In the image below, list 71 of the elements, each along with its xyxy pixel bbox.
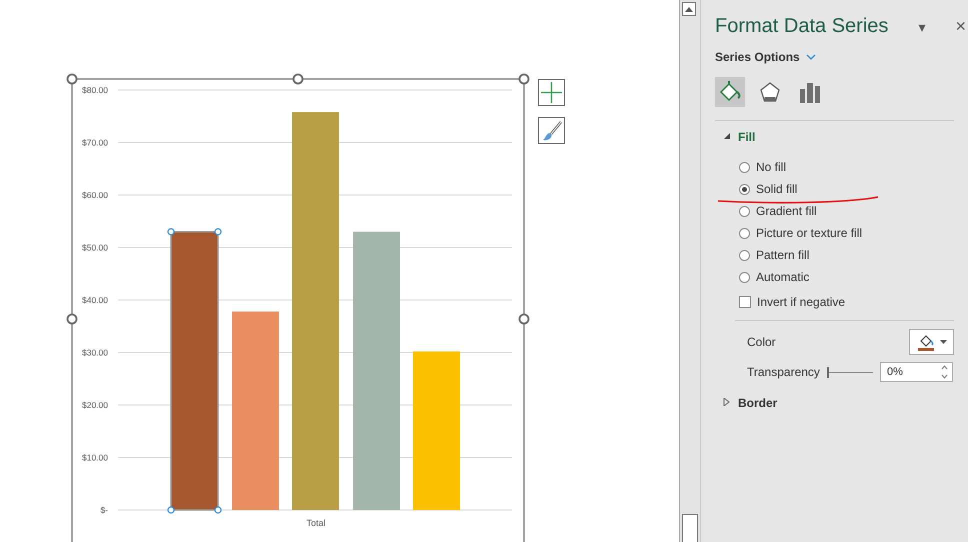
radio-option[interactable]: No fill (739, 159, 968, 175)
option-label: Invert if negative (757, 295, 846, 309)
scrollbar[interactable] (680, 0, 700, 542)
option-label: No fill (756, 160, 786, 174)
selection-handle[interactable] (214, 228, 222, 236)
paint-bucket-icon (916, 333, 934, 351)
options-caret[interactable]: ▾ (918, 18, 926, 34)
section-header[interactable]: Fill (723, 130, 756, 144)
axis-label: $70.00 (82, 138, 108, 148)
radio-option[interactable]: Automatic (739, 269, 968, 285)
radio-button[interactable] (739, 228, 750, 238)
panel-title: Format Data Series (715, 15, 890, 38)
series-options-dropdown[interactable]: Series Options (715, 50, 816, 64)
radio-button[interactable] (739, 162, 750, 172)
selection-handle[interactable] (167, 506, 175, 514)
up-triangle-icon (685, 6, 693, 12)
slider-handle[interactable] (827, 366, 829, 378)
pentagon-icon (759, 81, 781, 103)
category-label: Total (306, 518, 326, 528)
expanded-triangle-icon (723, 132, 730, 140)
section-header[interactable]: Border (723, 396, 778, 410)
chart-area[interactable]: $- $10.00 $20.00 $30.00 $40.00 $50.00 $60.00 $70.00 $80.00 Total (66, 73, 530, 542)
transparency-field[interactable]: 0% (880, 362, 953, 382)
radio-button[interactable] (739, 250, 750, 260)
option-label: Gradient fill (756, 204, 817, 218)
property-label: Color (747, 335, 777, 349)
option-label: Picture or texture fill (756, 226, 862, 240)
radio-option[interactable]: Pattern fill (739, 247, 968, 263)
bar[interactable] (170, 231, 219, 511)
option-label: Solid fill (756, 182, 798, 196)
option-label: Automatic (756, 270, 810, 284)
bar-chart-icon (799, 81, 821, 103)
resize-handle[interactable] (518, 314, 530, 324)
brush-icon (540, 120, 562, 142)
category-tab[interactable] (715, 77, 745, 107)
radio-button[interactable] (739, 184, 750, 194)
radio-option[interactable]: Solid fill (739, 181, 968, 197)
color-picker-button[interactable] (909, 329, 954, 355)
collapsed-triangle-icon (723, 398, 730, 406)
resize-handle[interactable] (518, 74, 530, 84)
axis-label: $60.00 (82, 190, 108, 200)
caret-icon (940, 340, 946, 344)
resize-handle[interactable] (66, 74, 78, 84)
scroll-thumb[interactable] (682, 514, 698, 542)
property-label: Transparency (747, 365, 821, 379)
axis-label: $30.00 (82, 348, 108, 358)
axis-label: $50.00 (82, 242, 108, 252)
option-label: Pattern fill (756, 248, 810, 262)
axis-label: $80.00 (82, 85, 108, 95)
plus-icon (541, 82, 562, 103)
radio-button[interactable] (739, 272, 750, 282)
axis-label: $10.00 (82, 452, 108, 462)
checkbox[interactable] (739, 296, 751, 308)
chart-style-button[interactable] (538, 117, 565, 144)
close-button[interactable]: × (955, 16, 966, 37)
radio-button[interactable] (739, 206, 750, 216)
axis-label: $20.00 (82, 400, 108, 410)
spinner-arrows-icon (941, 365, 948, 379)
chevron-down-icon (806, 54, 816, 60)
paint-bucket-icon (718, 80, 742, 104)
add-element-button[interactable] (538, 79, 565, 106)
resize-handle[interactable] (292, 74, 304, 84)
selection-handle[interactable] (214, 506, 222, 514)
selection-handle[interactable] (167, 228, 175, 236)
radio-option[interactable]: Picture or texture fill (739, 225, 968, 241)
radio-option[interactable]: Gradient fill (739, 203, 968, 219)
axis-label: $- (100, 505, 108, 515)
resize-handle[interactable] (66, 314, 78, 324)
axis-label: $40.00 (82, 295, 108, 305)
checkbox-option[interactable]: Invert if negative (739, 294, 968, 310)
scroll-up-button[interactable] (682, 2, 696, 16)
